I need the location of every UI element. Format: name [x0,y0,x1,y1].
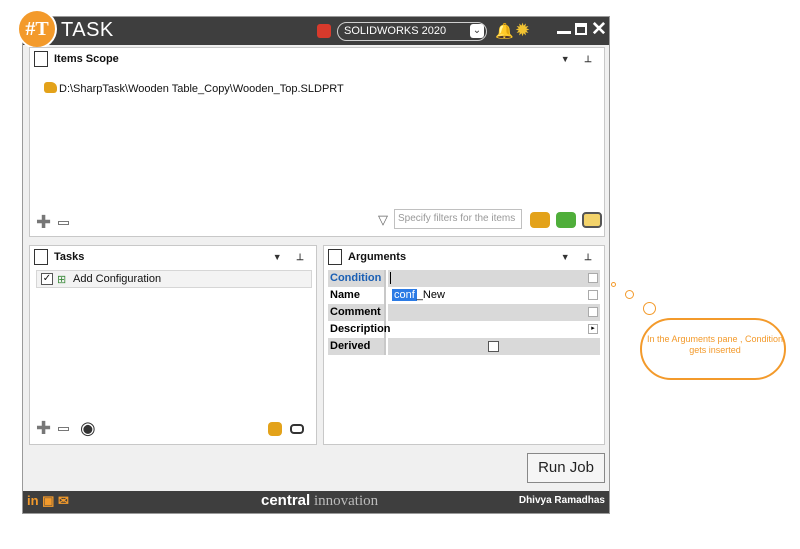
add-part-icon[interactable] [530,212,550,228]
minimize-icon[interactable] [557,31,571,34]
arg-row-description[interactable]: Description ▸ [328,321,600,338]
clipboard-icon [34,249,48,265]
part-icon [44,82,57,93]
social-links[interactable]: in ▣ ✉ [27,493,69,509]
arg-key: Name [328,287,386,304]
pin-icon[interactable]: ▼ ⊥ [561,246,598,268]
description-input[interactable]: ▸ [388,321,600,338]
version-value: SOLIDWORKS 2020 [344,25,447,37]
document-icon [34,51,48,67]
title-bar: #T TASK SOLIDWORKS 2020 ⌄ 🔔 ✹ ✕ [17,9,609,49]
remove-task-icon[interactable] [58,427,69,431]
brand-bold: central [261,492,311,509]
add-task-icon[interactable]: ✚ [36,418,51,439]
close-icon[interactable]: ✕ [591,18,607,41]
arg-row-comment[interactable]: Comment [328,304,600,321]
arg-key: Comment [328,304,386,321]
brand-rest: innovation [310,493,379,509]
tasks-panel: Tasks ▼ ⊥ ✓ ⊞ Add Configuration ✚ ◉ [29,245,317,445]
author-name: Dhivya Ramadhas [518,495,605,506]
row-checkbox[interactable] [588,273,598,283]
tasks-title: Tasks [54,251,85,263]
arguments-panel: Arguments ▼ ⊥ Condition Name conf _New Co… [323,245,605,445]
name-input[interactable]: conf _New [388,287,600,304]
tasks-header: Tasks ▼ ⊥ [30,246,316,268]
gear-icon[interactable]: ✹ [515,20,530,41]
footer: in ▣ ✉ central innovation Dhivya Ramadha… [23,491,609,513]
callout-dot [625,290,634,299]
task-item-add-configuration[interactable]: ✓ ⊞ Add Configuration [36,270,312,288]
callout-text: In the Arguments pane , Condition gets i… [646,334,784,355]
derived-value [388,338,600,355]
brand-logo: central innovation [261,492,378,510]
maximize-icon[interactable] [575,23,587,35]
callout-dot [643,302,656,315]
task-window: #T TASK SOLIDWORKS 2020 ⌄ 🔔 ✹ ✕ Items Sc… [17,9,610,514]
arg-row-derived[interactable]: Derived [328,338,600,355]
browse-icon[interactable] [582,212,602,228]
derived-checkbox[interactable] [488,341,499,352]
callout-bubble: In the Arguments pane , Condition gets i… [640,318,786,380]
name-rest: _New [416,289,445,301]
run-job-button[interactable]: Run Job [527,453,605,483]
condition-input[interactable] [388,270,600,287]
bell-icon[interactable]: 🔔 [495,22,514,40]
arg-key: Description [328,321,391,338]
row-checkbox[interactable] [588,307,598,317]
version-select[interactable]: SOLIDWORKS 2020 ⌄ [337,22,487,41]
add-icon[interactable]: ✚ [36,212,51,233]
items-scope-header: Items Scope ▼ ⊥ [30,48,604,70]
add-assembly-icon[interactable] [556,212,576,228]
callout-dot [611,282,616,287]
items-scope-panel: Items Scope ▼ ⊥ D:\SharpTask\Wooden Tabl… [29,47,605,237]
arg-key: Derived [328,338,386,355]
arguments-header: Arguments ▼ ⊥ [324,246,604,268]
scope-item-path: D:\SharpTask\Wooden Table_Copy\Wooden_To… [59,83,344,95]
task-label: Add Configuration [73,273,162,285]
expand-icon[interactable]: ▸ [588,324,598,334]
name-highlight: conf [392,289,417,301]
comment-input[interactable] [388,304,600,321]
globe-icon[interactable]: ◉ [80,418,96,439]
filter-input[interactable]: Specify filters for the items [394,209,522,229]
package-icon[interactable] [268,422,282,436]
remove-icon[interactable] [58,221,69,225]
solidworks-icon [317,24,331,38]
arg-row-name[interactable]: Name conf _New [328,287,600,304]
arguments-table: Condition Name conf _New Comment Descript… [328,270,600,355]
arguments-icon [328,249,342,265]
pin-icon[interactable]: ▼ ⊥ [561,48,598,70]
task-checkbox[interactable]: ✓ [41,273,53,285]
filter-icon: ▽ [378,213,388,228]
scope-item[interactable]: D:\SharpTask\Wooden Table_Copy\Wooden_To… [44,82,344,95]
items-scope-title: Items Scope [54,53,119,65]
arg-key: Condition [328,270,386,287]
pin-icon[interactable]: ▼ ⊥ [273,246,310,268]
arguments-title: Arguments [348,251,407,263]
app-logo: #T [17,9,57,49]
link-icon[interactable] [290,424,304,434]
arg-row-condition[interactable]: Condition [328,270,600,287]
configuration-icon: ⊞ [57,274,67,286]
row-checkbox[interactable] [588,290,598,300]
app-title: TASK [61,19,114,41]
chevron-down-icon[interactable]: ⌄ [470,24,484,38]
